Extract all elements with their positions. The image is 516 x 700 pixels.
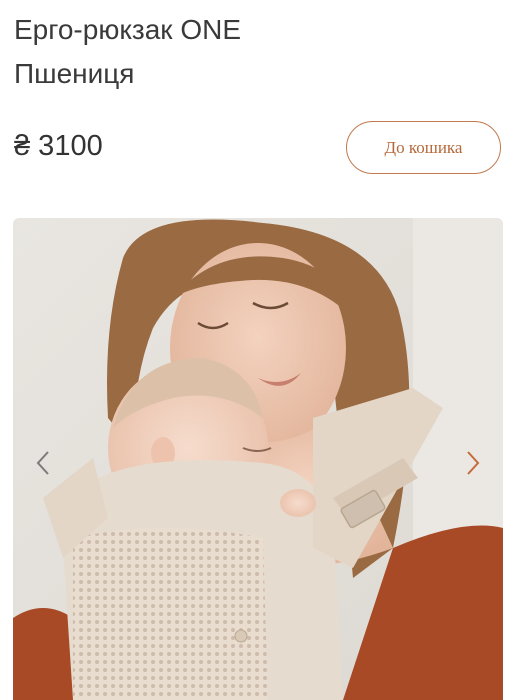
product-price: ₴ 3100 bbox=[14, 130, 103, 162]
product-title-line1: Ерго-рюкзак ONE bbox=[14, 14, 241, 45]
chevron-left-icon bbox=[36, 451, 49, 475]
gallery-prev-button[interactable] bbox=[28, 443, 58, 483]
add-to-cart-button[interactable]: До кошика bbox=[346, 121, 501, 174]
product-title: Ерго-рюкзак ONE Пшениця bbox=[14, 8, 241, 96]
gallery-next-button[interactable] bbox=[458, 443, 488, 483]
product-photo bbox=[13, 218, 503, 700]
product-image-gallery[interactable] bbox=[13, 218, 503, 700]
product-title-line2: Пшениця bbox=[14, 58, 135, 89]
chevron-right-icon bbox=[467, 451, 480, 475]
